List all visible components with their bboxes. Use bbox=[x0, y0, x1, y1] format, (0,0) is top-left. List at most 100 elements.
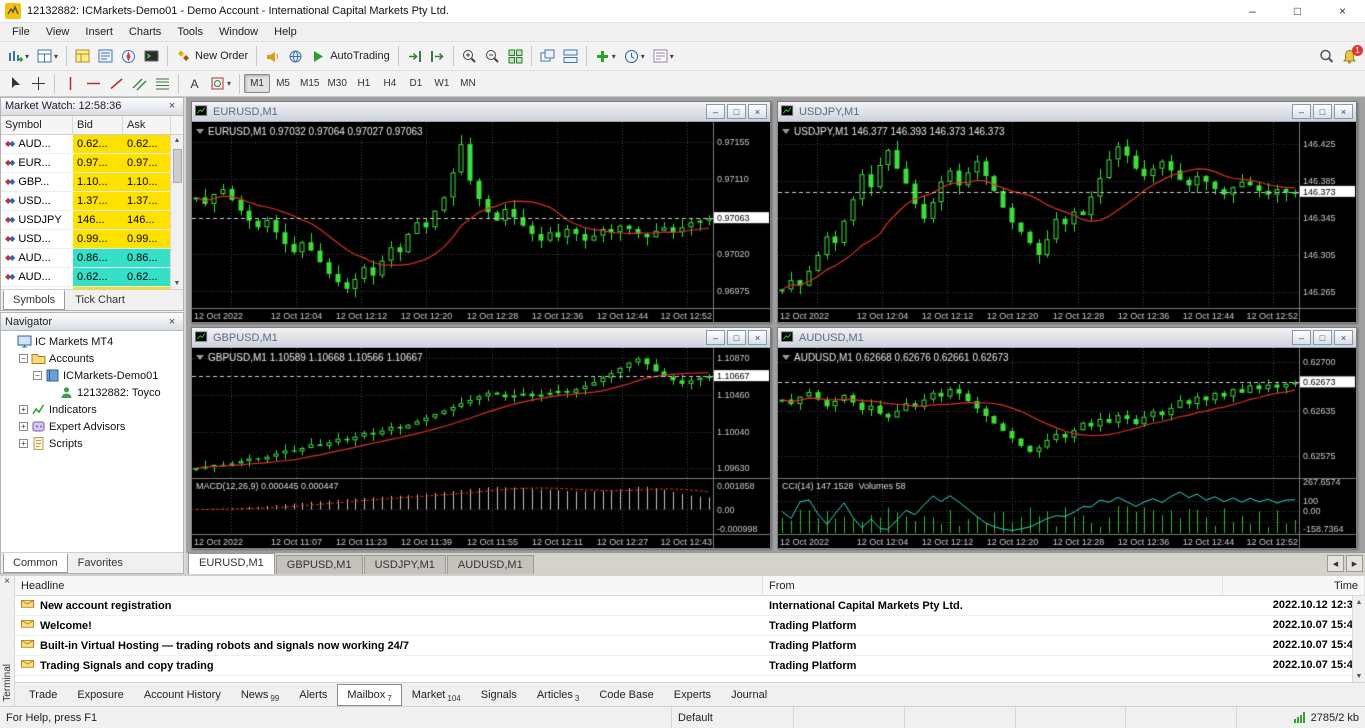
timeframe-h4[interactable]: H4 bbox=[377, 74, 403, 93]
profiles-button[interactable]: ▾ bbox=[33, 45, 62, 67]
close-button[interactable]: × bbox=[1334, 104, 1353, 119]
timeframe-h1[interactable]: H1 bbox=[351, 74, 377, 93]
market-watch-scrollbar[interactable]: ▲▼ bbox=[170, 135, 183, 289]
chart-window-titlebar[interactable]: GBPUSD,M1–□× bbox=[192, 328, 770, 348]
timeframe-w1[interactable]: W1 bbox=[429, 74, 455, 93]
minimize-button[interactable]: – bbox=[706, 330, 725, 345]
equidistant-channel-button[interactable] bbox=[128, 73, 151, 95]
alerts-button[interactable] bbox=[261, 45, 284, 67]
tree-item-icmarkets-demo01[interactable]: −ICMarkets-Demo01 bbox=[1, 367, 183, 384]
crosshair-button[interactable] bbox=[27, 73, 50, 95]
expand-icon[interactable]: + bbox=[19, 422, 28, 431]
terminal-tab-news[interactable]: News99 bbox=[231, 684, 289, 706]
scroll-left-icon[interactable]: ◀ bbox=[1327, 555, 1344, 572]
auto-scroll-button[interactable] bbox=[403, 45, 426, 67]
timeframe-m30[interactable]: M30 bbox=[323, 74, 350, 93]
terminal-column-headline[interactable]: Headline bbox=[15, 576, 763, 595]
chart-tab-audusd-m1[interactable]: AUDUSD,M1 bbox=[447, 555, 534, 574]
status-profile[interactable]: Default bbox=[672, 707, 794, 728]
dropdown-icon[interactable]: ▾ bbox=[670, 52, 674, 61]
expand-icon[interactable]: + bbox=[19, 439, 28, 448]
collapse-icon[interactable]: − bbox=[33, 371, 42, 380]
timeframe-m5[interactable]: M5 bbox=[270, 74, 296, 93]
chart-canvas-eurusd-m1[interactable] bbox=[192, 122, 770, 322]
minimize-button[interactable]: – bbox=[1292, 104, 1311, 119]
terminal-toggle-button[interactable] bbox=[140, 45, 163, 67]
terminal-message-row[interactable]: New account registrationInternational Ca… bbox=[15, 596, 1365, 616]
templates-button[interactable]: ▾ bbox=[649, 45, 678, 67]
terminal-tab-articles[interactable]: Articles3 bbox=[527, 684, 590, 706]
maximize-button[interactable]: □ bbox=[1275, 0, 1320, 22]
tile-horizontally-button[interactable] bbox=[559, 45, 582, 67]
tree-item-ic-markets-mt4[interactable]: IC Markets MT4 bbox=[1, 333, 183, 350]
navigator-close-icon[interactable]: × bbox=[165, 316, 179, 328]
terminal-tab-experts[interactable]: Experts bbox=[664, 684, 721, 706]
horizontal-line-button[interactable] bbox=[82, 73, 105, 95]
close-button[interactable]: × bbox=[1334, 330, 1353, 345]
market-watch-row[interactable]: ◆◆EUR...0.97...0.97... bbox=[1, 154, 183, 173]
new-order-button[interactable]: New Order bbox=[172, 45, 252, 67]
chart-canvas-audusd-m1[interactable] bbox=[778, 348, 1356, 548]
close-button[interactable]: × bbox=[748, 104, 767, 119]
tree-item-12132882-toyco[interactable]: 12132882: Toyco bbox=[1, 384, 183, 401]
maximize-button[interactable]: □ bbox=[1313, 330, 1332, 345]
terminal-scrollbar[interactable]: ▲ ▼ bbox=[1352, 596, 1365, 682]
market-watch-column-bid[interactable]: Bid bbox=[73, 116, 123, 134]
expand-icon[interactable]: + bbox=[19, 405, 28, 414]
dropdown-icon[interactable]: ▾ bbox=[227, 79, 231, 88]
periods-button[interactable]: ▾ bbox=[620, 45, 649, 67]
market-watch-row[interactable]: ◆◆USD...0.99...0.99... bbox=[1, 230, 183, 249]
chart-window-titlebar[interactable]: USDJPY,M1–□× bbox=[778, 102, 1356, 122]
minimize-button[interactable]: – bbox=[1230, 0, 1275, 22]
chart-tab-usdjpy-m1[interactable]: USDJPY,M1 bbox=[364, 555, 446, 574]
collapse-icon[interactable]: − bbox=[19, 354, 28, 363]
minimize-button[interactable]: – bbox=[706, 104, 725, 119]
market-watch-row[interactable]: ◆◆AUD...0.62...0.62... bbox=[1, 268, 183, 287]
maximize-button[interactable]: □ bbox=[727, 330, 746, 345]
close-button[interactable]: × bbox=[1320, 0, 1365, 22]
vertical-line-button[interactable] bbox=[59, 73, 82, 95]
text-label-button[interactable]: A bbox=[183, 73, 206, 95]
terminal-message-row[interactable]: Built-in Virtual Hosting — trading robot… bbox=[15, 636, 1365, 656]
market-watch-column-ask[interactable]: Ask bbox=[123, 116, 171, 134]
terminal-tab-mailbox[interactable]: Mailbox7 bbox=[337, 684, 401, 706]
chart-window-titlebar[interactable]: AUDUSD,M1–□× bbox=[778, 328, 1356, 348]
trendline-button[interactable] bbox=[105, 73, 128, 95]
market-watch-row[interactable]: ◆◆USD...1.37...1.37... bbox=[1, 192, 183, 211]
mql5-community-button[interactable] bbox=[284, 45, 307, 67]
terminal-tab-signals[interactable]: Signals bbox=[471, 684, 527, 706]
market-watch-row[interactable]: ◆◆GBP...1.10...1.10... bbox=[1, 173, 183, 192]
autotrading-button[interactable]: AutoTrading bbox=[307, 45, 394, 67]
notifications-button[interactable]: 1 bbox=[1338, 45, 1361, 67]
maximize-button[interactable]: □ bbox=[727, 104, 746, 119]
close-button[interactable]: × bbox=[748, 330, 767, 345]
dropdown-icon[interactable]: ▾ bbox=[25, 52, 29, 61]
scroll-down-icon[interactable]: ▼ bbox=[1356, 670, 1363, 682]
scrollbar-thumb[interactable] bbox=[173, 149, 182, 183]
scroll-up-icon[interactable]: ▲ bbox=[1356, 596, 1363, 608]
tab-common[interactable]: Common bbox=[3, 553, 68, 573]
scroll-up-icon[interactable]: ▲ bbox=[174, 135, 181, 147]
terminal-column-time[interactable]: Time bbox=[1223, 576, 1365, 595]
terminal-tab-exposure[interactable]: Exposure bbox=[67, 684, 133, 706]
market-watch-row[interactable]: ◆◆USDJPY146...146... bbox=[1, 211, 183, 230]
search-button[interactable] bbox=[1315, 45, 1338, 67]
tree-item-expert-advisors[interactable]: +Expert Advisors bbox=[1, 418, 183, 435]
tree-item-accounts[interactable]: −Accounts bbox=[1, 350, 183, 367]
chart-tab-gbpusd-m1[interactable]: GBPUSD,M1 bbox=[276, 555, 363, 574]
tree-item-indicators[interactable]: +Indicators bbox=[1, 401, 183, 418]
arrows-button[interactable]: ▾ bbox=[206, 73, 235, 95]
zoom-out-button[interactable] bbox=[481, 45, 504, 67]
scroll-down-icon[interactable]: ▼ bbox=[174, 277, 181, 289]
indicators-button[interactable]: ▾ bbox=[591, 45, 620, 67]
timeframe-m15[interactable]: M15 bbox=[296, 74, 323, 93]
menu-help[interactable]: Help bbox=[266, 24, 305, 40]
cascade-windows-button[interactable] bbox=[536, 45, 559, 67]
market-watch-row[interactable] bbox=[1, 287, 183, 289]
chart-shift-button[interactable] bbox=[426, 45, 449, 67]
menu-view[interactable]: View bbox=[38, 24, 78, 40]
dropdown-icon[interactable]: ▾ bbox=[612, 52, 616, 61]
zoom-in-button[interactable] bbox=[458, 45, 481, 67]
menu-insert[interactable]: Insert bbox=[77, 24, 121, 40]
chart-tab-eurusd-m1[interactable]: EURUSD,M1 bbox=[188, 553, 275, 574]
